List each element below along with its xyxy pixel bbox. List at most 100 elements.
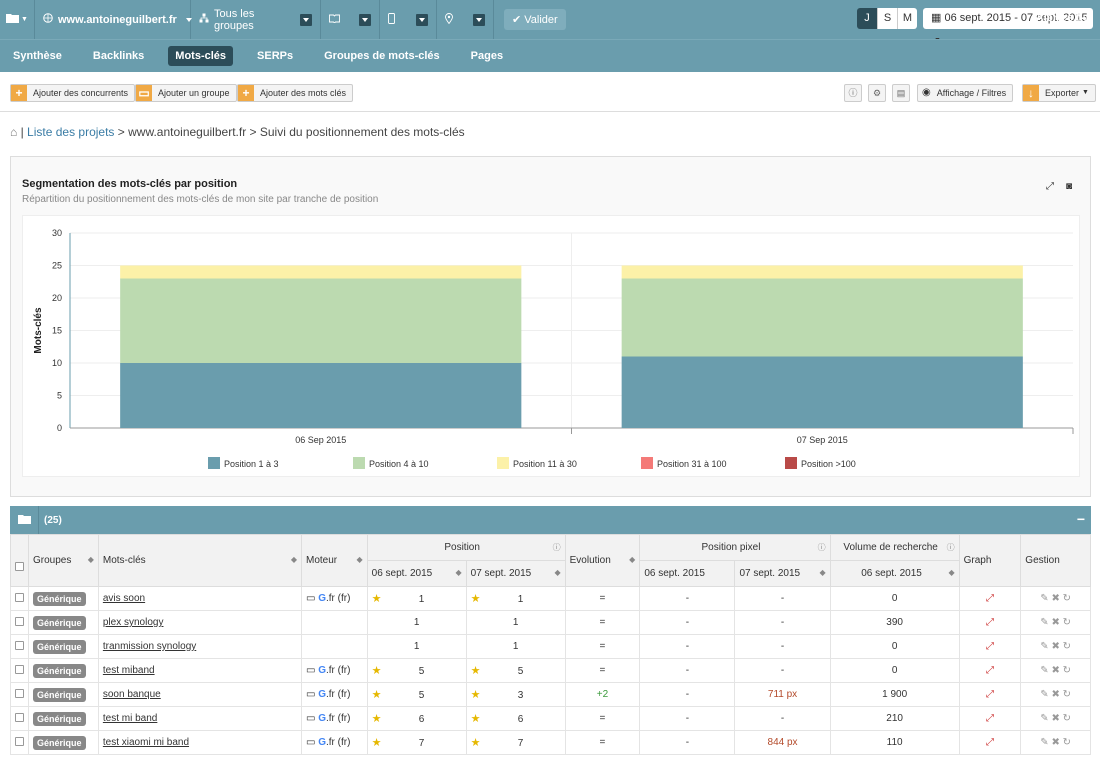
table-row: Générique test mi band ▭ G.fr (fr) ★ 6 ★ 6 = - -2… [10, 706, 1091, 731]
graph-icon[interactable]: ⤢ [986, 665, 994, 676]
evolution-value: +2 [564, 682, 641, 707]
info-icon[interactable]: ⓘ [553, 542, 561, 553]
delete-icon[interactable]: ✖ [1051, 737, 1059, 748]
delete-icon[interactable]: ✖ [1051, 665, 1059, 676]
row-checkbox[interactable] [15, 592, 24, 602]
group-selector[interactable]: Tous les groupes [191, 0, 320, 39]
edit-icon[interactable]: ✎ [1040, 617, 1048, 628]
delete-icon[interactable]: ✖ [1051, 713, 1059, 724]
graph-icon[interactable]: ⤢ [986, 593, 994, 604]
refresh-icon[interactable]: ↻ [1063, 689, 1071, 700]
period-day-button[interactable]: J [857, 8, 877, 29]
header-px-d2[interactable]: 07 sept. 2015 ◆ [734, 560, 831, 587]
graph-icon[interactable]: ⤢ [986, 713, 994, 724]
row-checkbox[interactable] [15, 736, 24, 746]
delete-icon[interactable]: ✖ [1051, 593, 1059, 604]
folder-icon[interactable] [18, 514, 31, 528]
fullscreen-icon[interactable]: ⤢ [1046, 181, 1054, 192]
document-icon[interactable]: ▤ [892, 84, 910, 102]
edit-icon[interactable]: ✎ [1040, 593, 1048, 604]
edit-icon[interactable]: ✎ [1040, 641, 1048, 652]
position-d1: 1 [413, 641, 420, 652]
keyword-count: (25) [44, 515, 62, 526]
keyword-link[interactable]: test miband [103, 665, 155, 676]
add-keywords-button[interactable]: + Ajouter des mots clés [237, 84, 354, 102]
header-pos-d2[interactable]: 07 sept. 2015 ◆ [465, 560, 566, 587]
add-competitors-button[interactable]: + Ajouter des concurrents [10, 84, 136, 102]
desktop-icon: ▭ [305, 593, 316, 604]
chart-area: 0 5 10 15 20 25 30 06 Sep 2015 07 Sep 2015 Mots-c… [22, 215, 1080, 477]
refresh-icon[interactable]: ↻ [1063, 713, 1071, 724]
edit-icon[interactable]: ✎ [1040, 689, 1048, 700]
delete-icon[interactable]: ✖ [1051, 641, 1059, 652]
gear-icon[interactable]: ⚙ [868, 84, 886, 102]
header-engine[interactable]: Moteur ◆ [300, 534, 368, 587]
keyword-link[interactable]: avis soon [103, 593, 145, 604]
info-icon[interactable]: ⓘ [818, 542, 826, 553]
nav-item-0[interactable]: Synthèse [6, 46, 69, 66]
position-d2: 1 [512, 617, 519, 628]
edit-icon[interactable]: ✎ [1040, 737, 1048, 748]
site-selector[interactable]: www.antoineguilbert.fr [35, 0, 192, 39]
graph-icon[interactable]: ⤢ [986, 617, 994, 628]
delete-icon[interactable]: ✖ [1051, 617, 1059, 628]
info-icon[interactable]: ⓘ [844, 84, 862, 102]
delete-icon[interactable]: ✖ [1051, 689, 1059, 700]
position-d2: 7 [517, 738, 524, 749]
refresh-icon[interactable]: ↻ [1063, 641, 1071, 652]
info-icon[interactable]: ⓘ [947, 542, 955, 553]
refresh-icon[interactable]: ↻ [1063, 737, 1071, 748]
refresh-icon[interactable]: ↻ [1063, 593, 1071, 604]
home-icon[interactable]: ⌂ [10, 125, 17, 139]
header-keywords[interactable]: Mots-clés ◆ [97, 534, 302, 587]
refresh-icon[interactable]: ↻ [1063, 665, 1071, 676]
header-pos-d1[interactable]: 06 sept. 2015 ◆ [366, 560, 467, 587]
period-month-button[interactable]: M [897, 8, 917, 29]
row-checkbox[interactable] [15, 616, 24, 626]
nav-item-5[interactable]: Pages [464, 46, 510, 66]
graph-icon[interactable]: ⤢ [986, 641, 994, 652]
header-px-d1[interactable]: 06 sept. 2015 [639, 560, 736, 587]
validate-button[interactable]: ✔ Valider [504, 9, 566, 30]
graph-icon[interactable]: ⤢ [986, 689, 994, 700]
nav-item-4[interactable]: Groupes de mots-clés [317, 46, 447, 66]
display-filters-button[interactable]: ◉ Affichage / Filtres [917, 84, 1014, 102]
nav-item-3[interactable]: SERPs [250, 46, 300, 66]
row-checkbox[interactable] [15, 640, 24, 650]
camera-icon[interactable]: ◙ [1066, 181, 1072, 192]
nav-item-1[interactable]: Backlinks [86, 46, 151, 66]
keyword-link[interactable]: test mi band [103, 713, 157, 724]
download-icon: ↓ [1023, 85, 1039, 101]
row-checkbox[interactable] [15, 664, 24, 674]
keyword-link[interactable]: test xiaomi mi band [103, 737, 189, 748]
pixel-d2: - [734, 610, 831, 635]
export-button[interactable]: ↓ Exporter ▼ [1022, 84, 1096, 102]
book-selector[interactable] [321, 0, 379, 39]
keyword-link[interactable]: tranmission synology [103, 641, 196, 652]
add-group-button[interactable]: ▭ Ajouter un groupe [135, 84, 237, 102]
row-checkbox[interactable] [15, 688, 24, 698]
select-all-checkbox[interactable] [15, 561, 24, 571]
header-position: Position ⓘ [366, 534, 566, 561]
alerts-link[interactable]: Alertes⚠0 [1036, 11, 1088, 24]
legend-swatch [785, 457, 797, 469]
device-selector[interactable] [380, 0, 436, 39]
evolution-value: = [564, 706, 641, 731]
graph-icon[interactable]: ⤢ [986, 737, 994, 748]
row-checkbox[interactable] [15, 712, 24, 722]
header-vol-d1[interactable]: 06 sept. 2015 ◆ [829, 560, 960, 587]
nav-item-2[interactable]: Mots-clés [168, 46, 234, 66]
keyword-link[interactable]: plex synology [103, 617, 164, 628]
folder-menu[interactable]: ▼ [0, 0, 34, 39]
header-evolution[interactable]: Evolution ◆ [564, 534, 641, 587]
location-selector[interactable] [437, 0, 493, 39]
refresh-icon[interactable]: ↻ [1063, 617, 1071, 628]
period-week-button[interactable]: S [877, 8, 897, 29]
collapse-icon[interactable]: − [1077, 511, 1085, 527]
edit-icon[interactable]: ✎ [1040, 713, 1048, 724]
edit-icon[interactable]: ✎ [1040, 665, 1048, 676]
keyword-link[interactable]: soon banque [103, 689, 161, 700]
header-groups[interactable]: Groupes ◆ [28, 534, 99, 587]
pixel-d1: - [639, 610, 736, 635]
projects-link[interactable]: Liste des projets [27, 125, 114, 139]
